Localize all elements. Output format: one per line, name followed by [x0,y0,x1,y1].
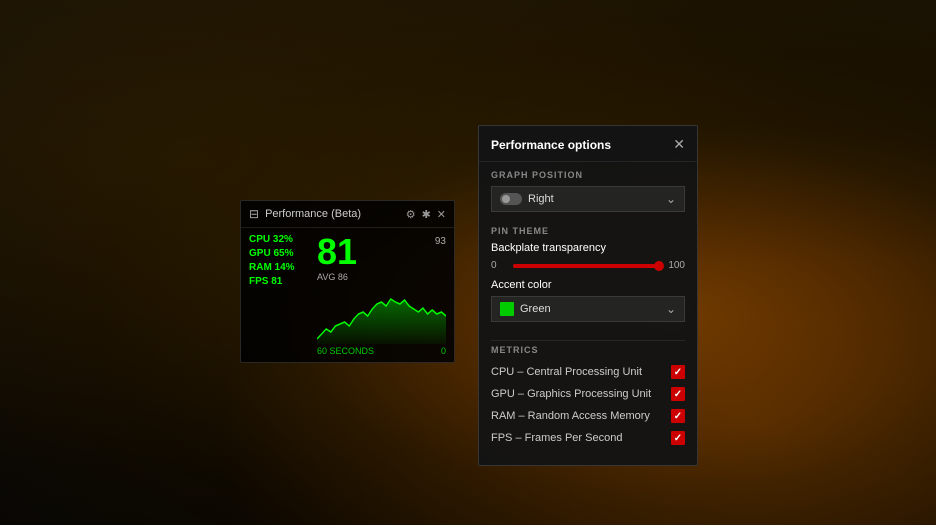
cpu-checkbox[interactable] [671,365,685,379]
fps-checkbox[interactable] [671,431,685,445]
transparency-slider-track[interactable] [513,264,662,268]
graph-position-arrow-icon: ⌄ [666,192,676,206]
accent-color-dropdown[interactable]: Green ⌄ [491,296,685,322]
dropdown-left: Right [500,193,554,205]
metrics-divider [491,340,685,341]
graph-position-section: GRAPH POSITION Right ⌄ [479,162,697,220]
range-max-label: 100 [668,260,685,271]
performance-options-panel: Performance options ✕ GRAPH POSITION Rig… [478,125,698,466]
monitor-icon: ⊟ [249,207,259,221]
options-header: Performance options ✕ [479,126,697,162]
fps-display-area: 81 93 AVG 86 [317,234,446,358]
fps-avg: AVG 86 [317,272,446,282]
gpu-metric-label: GPU – Graphics Processing Unit [491,388,651,400]
close-widget-icon[interactable]: ✕ [437,208,446,221]
fps-metric: FPS 81 [249,276,309,287]
accent-color-value: Green [520,303,551,315]
widget-controls: ⚙ ✱ ✕ [406,208,446,221]
options-title: Performance options [491,138,611,152]
slider-fill [513,264,662,268]
metrics-list: CPU 32% GPU 65% RAM 14% FPS 81 [249,234,309,358]
accent-color-label: Accent color [491,279,685,291]
ram-metric-label: RAM – Random Access Memory [491,410,650,422]
options-close-icon[interactable]: ✕ [673,136,685,153]
fps-readout: 81 93 [317,234,446,270]
background-overlay [0,0,936,525]
graph-svg [317,284,446,344]
pin-icon[interactable]: ✱ [422,208,431,221]
accent-dropdown-left: Green [500,302,551,316]
accent-color-swatch [500,302,514,316]
widget-body: CPU 32% GPU 65% RAM 14% FPS 81 81 93 AVG… [241,228,454,362]
fps-value: 81 [317,234,357,270]
cpu-metric-row[interactable]: CPU – Central Processing Unit [491,361,685,383]
graph-position-label: GRAPH POSITION [491,170,685,180]
metrics-section: METRICS CPU – Central Processing Unit GP… [479,328,697,453]
ram-metric-row[interactable]: RAM – Random Access Memory [491,405,685,427]
ram-metric: RAM 14% [249,262,309,273]
graph-position-dropdown[interactable]: Right ⌄ [491,186,685,212]
widget-title-area: ⊟ Performance (Beta) [249,207,361,221]
performance-graph [317,284,446,344]
graph-position-toggle[interactable] [500,193,522,205]
graph-position-value: Right [528,193,554,205]
metrics-section-label: METRICS [491,345,685,355]
performance-widget: ⊟ Performance (Beta) ⚙ ✱ ✕ CPU 32% GPU 6… [240,200,455,363]
cpu-metric: CPU 32% [249,234,309,245]
accent-dropdown-arrow-icon: ⌄ [666,302,676,316]
widget-header: ⊟ Performance (Beta) ⚙ ✱ ✕ [241,201,454,228]
gpu-metric-row[interactable]: GPU – Graphics Processing Unit [491,383,685,405]
fps-metric-label: FPS – Frames Per Second [491,432,622,444]
ram-checkbox[interactable] [671,409,685,423]
fps-max: 93 [435,236,446,247]
transparency-slider-row: 0 100 [491,260,685,271]
cpu-metric-label: CPU – Central Processing Unit [491,366,642,378]
slider-thumb [654,261,664,271]
pin-theme-section-label: PIN THEME [491,226,685,236]
graph-footer: 60 SECONDS 0 [317,344,446,358]
settings-icon[interactable]: ⚙ [406,208,416,221]
range-min-label: 0 [491,260,507,271]
graph-time-label: 60 SECONDS [317,346,374,356]
widget-title: Performance (Beta) [265,208,361,220]
backplate-transparency-label: Backplate transparency [491,242,685,254]
gpu-checkbox[interactable] [671,387,685,401]
fps-metric-row[interactable]: FPS – Frames Per Second [491,427,685,449]
gpu-metric: GPU 65% [249,248,309,259]
pin-theme-section: PIN THEME Backplate transparency 0 100 A… [479,220,697,328]
graph-right-val: 0 [441,346,446,356]
